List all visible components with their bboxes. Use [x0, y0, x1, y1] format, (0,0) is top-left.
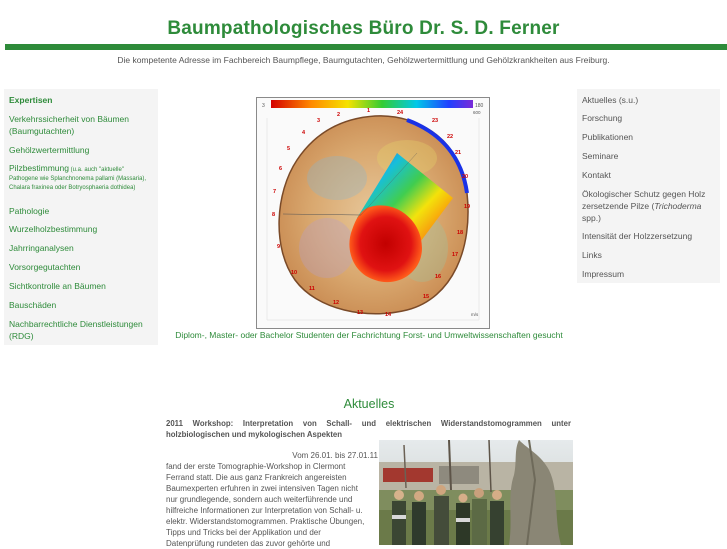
point-13: 13	[357, 310, 363, 316]
point-19: 19	[464, 204, 470, 210]
nav-sichtkontrolle[interactable]: Sichtkontrolle an Bäumen	[9, 280, 106, 292]
nav-aktuelles[interactable]: Aktuelles (s.u.)	[582, 94, 714, 106]
nav-pilzbestimmung-note: (u.a. auch "aktuelle"	[69, 167, 124, 173]
nav-pilzbestimmung[interactable]: Pilzbestimmung (u.a. auch "aktuelle" Pat…	[9, 162, 146, 192]
article-line: Datenprüfung rundeten das zuvor gehörte …	[166, 539, 331, 548]
scale-max-label: 180	[475, 103, 484, 109]
point-10: 10	[291, 270, 297, 276]
corner-label-bottom: m/s	[471, 312, 479, 317]
point-12: 12	[333, 300, 339, 306]
nav-nachbar-line1: Nachbarrechtliche Dienstleistungen	[9, 319, 143, 329]
corner-label-top: 600	[473, 110, 481, 115]
article-title: 2011 Workshop: Interpretation von Schall…	[166, 419, 571, 439]
point-8: 8	[272, 212, 275, 218]
nav-jahrringanalysen[interactable]: Jahrringanalysen	[9, 242, 74, 254]
nav-oekologischer-schutz[interactable]: Ökologischer Schutz gegen Holz zersetzen…	[582, 188, 714, 224]
site-tagline: Die kompetente Adresse im Fachbereich Ba…	[117, 55, 610, 65]
point-24: 24	[397, 110, 404, 116]
article-line: Vom 26.01. bis 27.01.11	[292, 451, 378, 460]
point-2: 2	[337, 112, 340, 118]
nav-wurzelholzbestimmung[interactable]: Wurzelholzbestimmung	[9, 223, 97, 235]
tomogram-image: 3 180 600 m/s 24 23 22 21 20 19 18 17 16…	[256, 97, 490, 329]
nav-nachbar-line2: (RDG)	[9, 331, 34, 341]
article-line: elektr. Widerstandstomogrammen. Praktisc…	[166, 517, 365, 526]
nav-oeko-line1: Ökologischer Schutz gegen Holz	[582, 189, 706, 199]
workshop-photo-graphic	[379, 440, 573, 545]
nav-bauschaeden[interactable]: Bauschäden	[9, 299, 56, 311]
nav-verkehrssicherheit-line2: (Baumgutachten)	[9, 126, 75, 136]
nav-gehoelzwertermittlung[interactable]: Gehölzwertermittlung	[9, 144, 89, 156]
point-21: 21	[455, 150, 461, 156]
nav-links[interactable]: Links	[582, 249, 714, 261]
right-navigation: Aktuelles (s.u.) Forschung Publikationen…	[577, 89, 720, 283]
point-14: 14	[385, 312, 392, 318]
tomogram-graphic: 3 180 600 m/s 24 23 22 21 20 19 18 17 16…	[257, 98, 489, 328]
nav-pathologie[interactable]: Pathologie	[9, 205, 49, 217]
nav-seminare[interactable]: Seminare	[582, 150, 714, 162]
nav-vorsorgegutachten[interactable]: Vorsorgegutachten	[9, 261, 80, 273]
nav-publikationen[interactable]: Publikationen	[582, 131, 714, 143]
article-body: Vom 26.01. bis 27.01.11 fand der erste T…	[166, 450, 378, 549]
site-title: Baumpathologisches Büro Dr. S. D. Ferner	[167, 18, 560, 39]
nav-nachbarrechtliche-dienstleistungen[interactable]: Nachbarrechtliche Dienstleistungen (RDG)	[9, 318, 143, 342]
article-line: fand der erste Tomographie-Workshop in C…	[166, 462, 346, 471]
point-23: 23	[432, 118, 438, 124]
point-5: 5	[287, 146, 290, 152]
nav-kontakt[interactable]: Kontakt	[582, 169, 714, 181]
nav-pilzbestimmung-label: Pilzbestimmung	[9, 163, 69, 173]
point-17: 17	[452, 252, 458, 258]
nav-oeko-italic: Trichoderma	[654, 201, 702, 211]
student-caption[interactable]: Diplom-, Master- oder Bachelor Studenten…	[160, 330, 578, 340]
scale-min-label: 3	[262, 103, 265, 109]
nav-pilzbestimmung-note2: Pathogene wie Splanchnonema pallami (Mas…	[9, 176, 147, 182]
point-3: 3	[317, 118, 320, 124]
nav-impressum[interactable]: Impressum	[582, 268, 714, 280]
point-22: 22	[447, 134, 453, 140]
point-18: 18	[457, 230, 463, 236]
article-line: Baumexperten erfuhren in zwei intensiven…	[166, 484, 358, 493]
color-scale-bar	[271, 100, 473, 108]
point-11: 11	[309, 286, 315, 292]
article-line: nur grundlegende, sondern auch weiterfüh…	[166, 495, 353, 504]
left-navigation: Expertisen Verkehrssicherheit von Bäumen…	[4, 89, 158, 345]
article-line: Ferrand statt. Die aus ganz Frankreich a…	[166, 473, 347, 482]
point-9: 9	[277, 244, 280, 250]
workshop-photo	[379, 440, 573, 545]
news-heading: Aktuelles	[343, 397, 395, 411]
nav-oeko-line2: zersetzende Pilze (	[582, 201, 655, 211]
nav-forschung[interactable]: Forschung	[582, 112, 714, 124]
point-20: 20	[462, 174, 468, 180]
point-16: 16	[435, 274, 441, 280]
article-line: Tipps und Tricks bei der Applikation und…	[166, 528, 321, 537]
nav-pilzbestimmung-note3: Chalara fraxinea oder Botryosphaeria dot…	[9, 185, 136, 191]
nav-expertisen[interactable]: Expertisen	[9, 94, 52, 106]
header-divider	[5, 44, 727, 50]
nav-intensitaet-holzzersetzung[interactable]: Intensität der Holzzersetzung	[582, 230, 714, 242]
point-7: 7	[273, 189, 276, 195]
point-15: 15	[423, 294, 429, 300]
article-line: hilfreiche Informationen zur Interpretat…	[166, 506, 363, 515]
nav-verkehrssicherheit[interactable]: Verkehrssicherheit von Bäumen (Baumgutac…	[9, 113, 129, 137]
point-6: 6	[279, 166, 282, 172]
nav-verkehrssicherheit-line1: Verkehrssicherheit von Bäumen	[9, 114, 130, 124]
nav-oeko-line3: spp.)	[582, 213, 601, 223]
point-1: 1	[367, 108, 370, 114]
